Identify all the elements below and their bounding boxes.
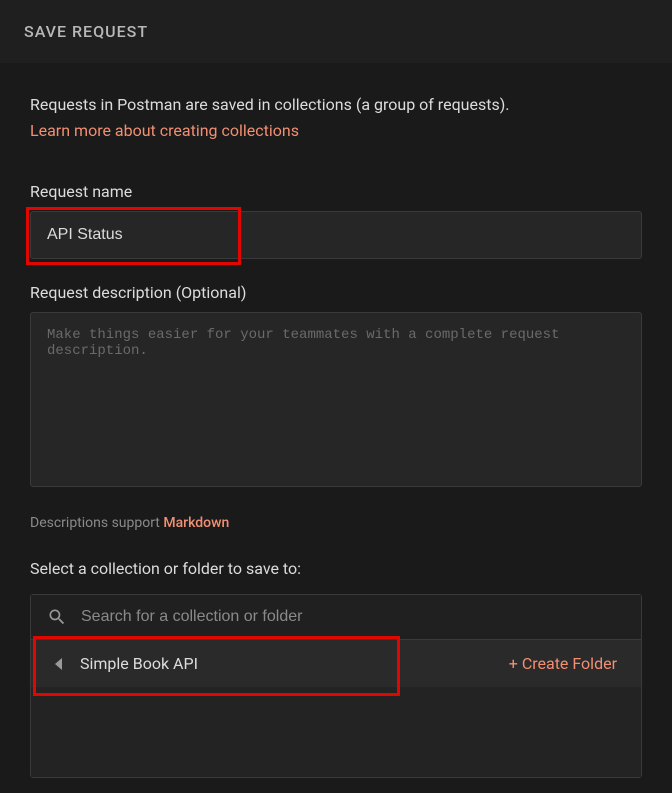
arrow-left-icon bbox=[55, 658, 62, 670]
request-name-label: Request name bbox=[30, 182, 642, 201]
collection-search-input[interactable] bbox=[81, 608, 625, 626]
search-icon bbox=[47, 607, 67, 627]
request-name-input[interactable] bbox=[30, 211, 642, 259]
dialog-content: Requests in Postman are saved in collect… bbox=[0, 63, 672, 778]
request-name-wrapper bbox=[30, 211, 642, 259]
collection-body bbox=[31, 687, 641, 777]
collection-panel: Simple Book API + Create Folder bbox=[30, 594, 642, 778]
select-collection-label: Select a collection or folder to save to… bbox=[30, 559, 642, 578]
request-description-label: Request description (Optional) bbox=[30, 283, 642, 302]
dialog-header: SAVE REQUEST bbox=[0, 0, 672, 63]
description-support: Descriptions support Markdown bbox=[30, 515, 642, 531]
intro-text: Requests in Postman are saved in collect… bbox=[30, 93, 642, 117]
description-support-text: Descriptions support bbox=[30, 515, 163, 531]
collection-row[interactable]: Simple Book API + Create Folder bbox=[31, 640, 641, 687]
learn-more-link[interactable]: Learn more about creating collections bbox=[30, 121, 299, 140]
collection-left: Simple Book API bbox=[55, 654, 198, 673]
dialog-title: SAVE REQUEST bbox=[24, 22, 648, 41]
markdown-link[interactable]: Markdown bbox=[163, 515, 229, 531]
create-folder-button[interactable]: + Create Folder bbox=[509, 654, 617, 673]
search-row bbox=[31, 595, 641, 640]
request-description-input[interactable] bbox=[30, 312, 642, 487]
collection-name: Simple Book API bbox=[80, 654, 198, 673]
